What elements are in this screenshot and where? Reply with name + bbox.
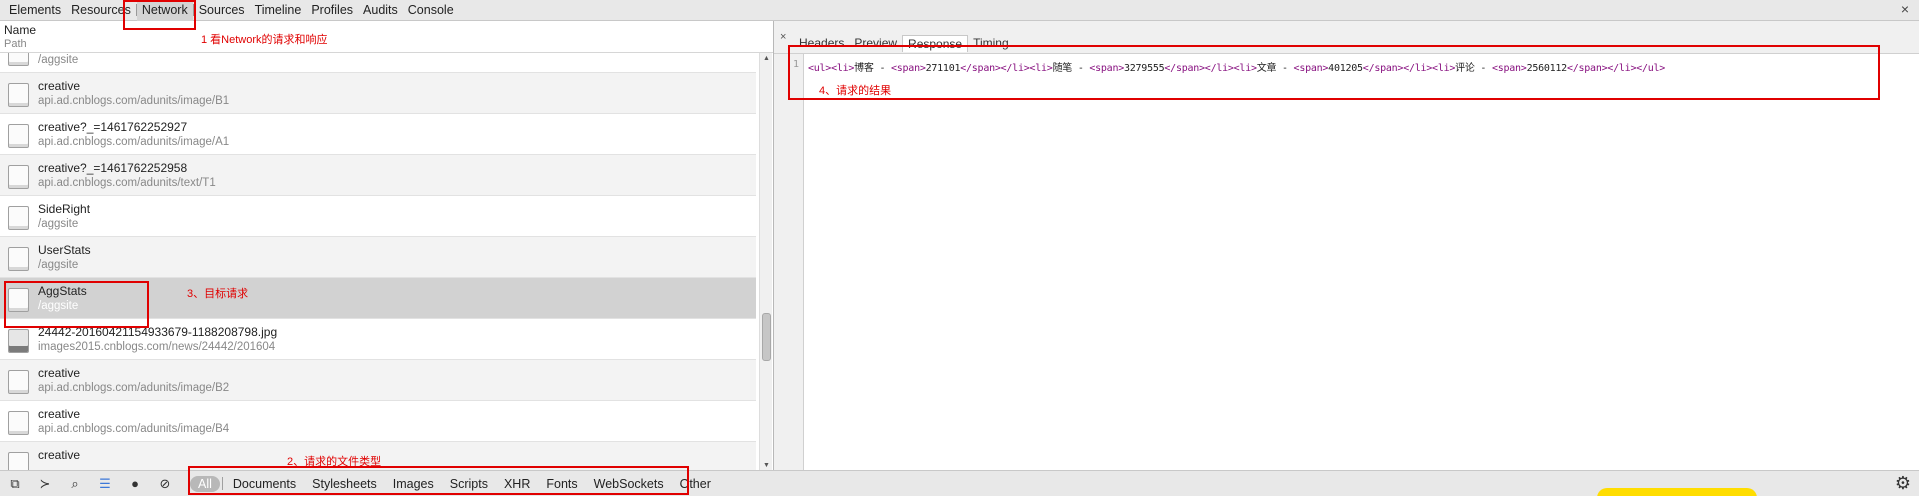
tab-elements[interactable]: Elements (4, 0, 66, 21)
document-icon (8, 452, 29, 471)
annotation-box-network-tab (123, 0, 196, 30)
request-row[interactable]: creative api.ad.cnblogs.com/adunits/imag… (0, 360, 756, 401)
large-rows-icon[interactable]: ☰ (90, 471, 120, 496)
annotation-box-response (788, 45, 1880, 100)
panel-tab-bar: Elements Resources Network Sources Timel… (0, 0, 1919, 21)
tab-console[interactable]: Console (403, 0, 459, 21)
annotation-box-target-request (4, 281, 149, 328)
request-row[interactable]: /aggsite (0, 53, 756, 73)
request-path: api.ad.cnblogs.com/adunits/image/B4 (38, 423, 230, 435)
request-row[interactable]: creative api.ad.cnblogs.com/adunits/imag… (0, 401, 756, 442)
column-header-name-label: Name (4, 23, 37, 37)
request-rows: /aggsite creative api.ad.cnblogs.com/adu… (0, 53, 756, 471)
request-name: UserStats (38, 243, 91, 257)
annotation-response-result: 4、请求的结果 (819, 85, 892, 97)
console-drawer-icon[interactable]: ≻ (30, 471, 60, 496)
scroll-down-arrow-icon[interactable]: ▼ (763, 462, 770, 469)
request-path: api.ad.cnblogs.com/adunits/image/A1 (38, 136, 230, 148)
request-path: /aggsite (38, 218, 79, 230)
request-name: creative?_=1461762252958 (38, 161, 188, 175)
annotation-file-types: 2、请求的文件类型 (287, 456, 382, 468)
dock-icon[interactable]: ⧉ (0, 471, 30, 496)
clear-icon[interactable]: ⊘ (150, 471, 180, 496)
record-icon[interactable]: ● (120, 471, 150, 496)
request-row[interactable]: creative?_=1461762252927 api.ad.cnblogs.… (0, 114, 756, 155)
scroll-up-arrow-icon[interactable]: ▲ (763, 55, 770, 62)
document-icon (8, 53, 29, 66)
tab-sources[interactable]: Sources (194, 0, 250, 21)
scrollbar-thumb[interactable] (762, 313, 771, 361)
request-name: SideRight (38, 202, 91, 216)
response-body[interactable]: 1 <ul><li>博客 - <span>271101</span></li><… (774, 53, 1919, 471)
document-icon (8, 124, 29, 148)
document-icon (8, 83, 29, 107)
line-number-gutter: 1 (774, 54, 804, 471)
gear-icon[interactable]: ⚙ (1895, 473, 1911, 494)
document-icon (8, 370, 29, 394)
close-devtools-icon[interactable]: × (1901, 1, 1909, 17)
request-name: creative (38, 407, 81, 421)
tab-timeline[interactable]: Timeline (250, 0, 307, 21)
document-icon (8, 165, 29, 189)
close-detail-icon[interactable]: × (780, 31, 786, 43)
annotation-network-tab: 1 看Network的请求和响应 (201, 34, 328, 46)
document-icon (8, 247, 29, 271)
search-icon[interactable]: ⌕ (60, 471, 90, 496)
annotation-box-file-types (188, 466, 689, 495)
yellow-overlay (1597, 488, 1757, 496)
request-path: api.ad.cnblogs.com/adunits/image/B1 (38, 95, 230, 107)
request-list-scrollbar[interactable]: ▲ ▼ (759, 53, 772, 471)
request-path: /aggsite (38, 54, 79, 66)
column-header-path-label: Path (4, 38, 27, 50)
annotation-target-request: 3、目标请求 (187, 288, 249, 300)
tab-audits[interactable]: Audits (358, 0, 403, 21)
request-row[interactable]: creative?_=1461762252958 api.ad.cnblogs.… (0, 155, 756, 196)
image-file-icon (8, 329, 29, 353)
request-name: creative (38, 448, 81, 462)
document-icon (8, 206, 29, 230)
request-path: images2015.cnblogs.com/news/24442/201604 (38, 341, 276, 353)
request-row[interactable]: creative api.ad.cnblogs.com/adunits/imag… (0, 73, 756, 114)
document-icon (8, 411, 29, 435)
tab-profiles[interactable]: Profiles (306, 0, 358, 21)
request-list-pane: Name Path /aggsite creative api.ad.cnblo… (0, 21, 773, 471)
request-path: api.ad.cnblogs.com/adunits/text/T1 (38, 177, 216, 189)
request-name: creative?_=1461762252927 (38, 120, 188, 134)
request-name: creative (38, 79, 81, 93)
request-row[interactable]: UserStats /aggsite (0, 237, 756, 278)
request-name: creative (38, 366, 81, 380)
request-path: /aggsite (38, 259, 79, 271)
request-row[interactable]: SideRight /aggsite (0, 196, 756, 237)
column-header-name[interactable]: Name Path (0, 21, 773, 53)
request-path: api.ad.cnblogs.com/adunits/image/B2 (38, 382, 230, 394)
